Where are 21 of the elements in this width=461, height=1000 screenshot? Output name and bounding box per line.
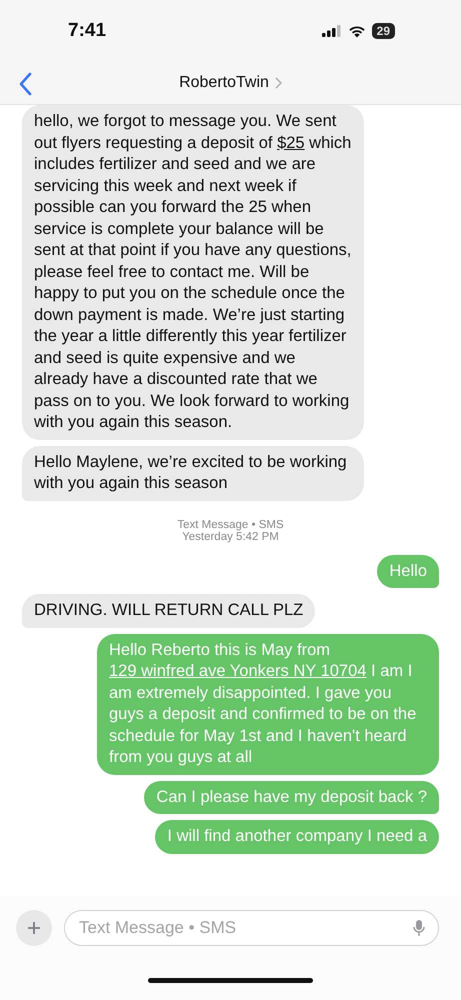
status-time: 7:41 xyxy=(68,20,106,42)
sent-message-bubble: Hello Reberto this is May from 129 winfred ave Yonkers NY 10704 I am I am extremely disappointed. I gave you guys a deposit and confirmed to be on the schedule for May 1st and I haven't heard from you guys at all xyxy=(97,634,439,774)
plus-icon xyxy=(27,921,41,935)
wifi-icon xyxy=(348,24,366,38)
timestamp-label: Yesterday 5:42 PM xyxy=(182,530,279,542)
sent-message-bubble: Hello xyxy=(377,554,439,588)
message-input-field[interactable]: Text Message • SMS xyxy=(64,910,439,946)
sent-message-bubble: I will find another company I need a xyxy=(155,820,439,854)
microphone-icon[interactable] xyxy=(413,919,425,937)
chevron-right-icon[interactable] xyxy=(274,77,282,89)
contact-name[interactable]: RobertoTwin xyxy=(179,74,269,92)
received-message-bubble: hello, we forgot to message you. We sent out flyers requesting a deposit of $25 which includes fertilizer and seed and we are servicing this week and next week if possible can you forward the 25 when service is complete your balance will be sent at that point if you have any questions, please feel free to contact me. Will be happy to put you on the schedule once the down payment is made. We’re just starting the year a little differently this year fertilizer and seed is quite expensive and we already have a discounted rate that we pass on to you. We look forward to working with you again this season. xyxy=(22,105,364,440)
add-button[interactable] xyxy=(16,910,52,946)
sent-message-bubble: Can I please have my deposit back ? xyxy=(144,780,439,814)
message-link[interactable]: $25 xyxy=(277,134,305,152)
received-message-bubble: DRIVING. WILL RETURN CALL PLZ xyxy=(22,594,316,628)
signal-icon xyxy=(322,25,342,37)
timestamp-label: Text Message • SMS xyxy=(177,518,284,530)
received-message-bubble: Hello Maylene, we’re excited to be working with you again this season xyxy=(22,446,364,500)
back-chevron-icon[interactable] xyxy=(18,72,32,96)
battery-indicator: 29 xyxy=(372,23,395,39)
